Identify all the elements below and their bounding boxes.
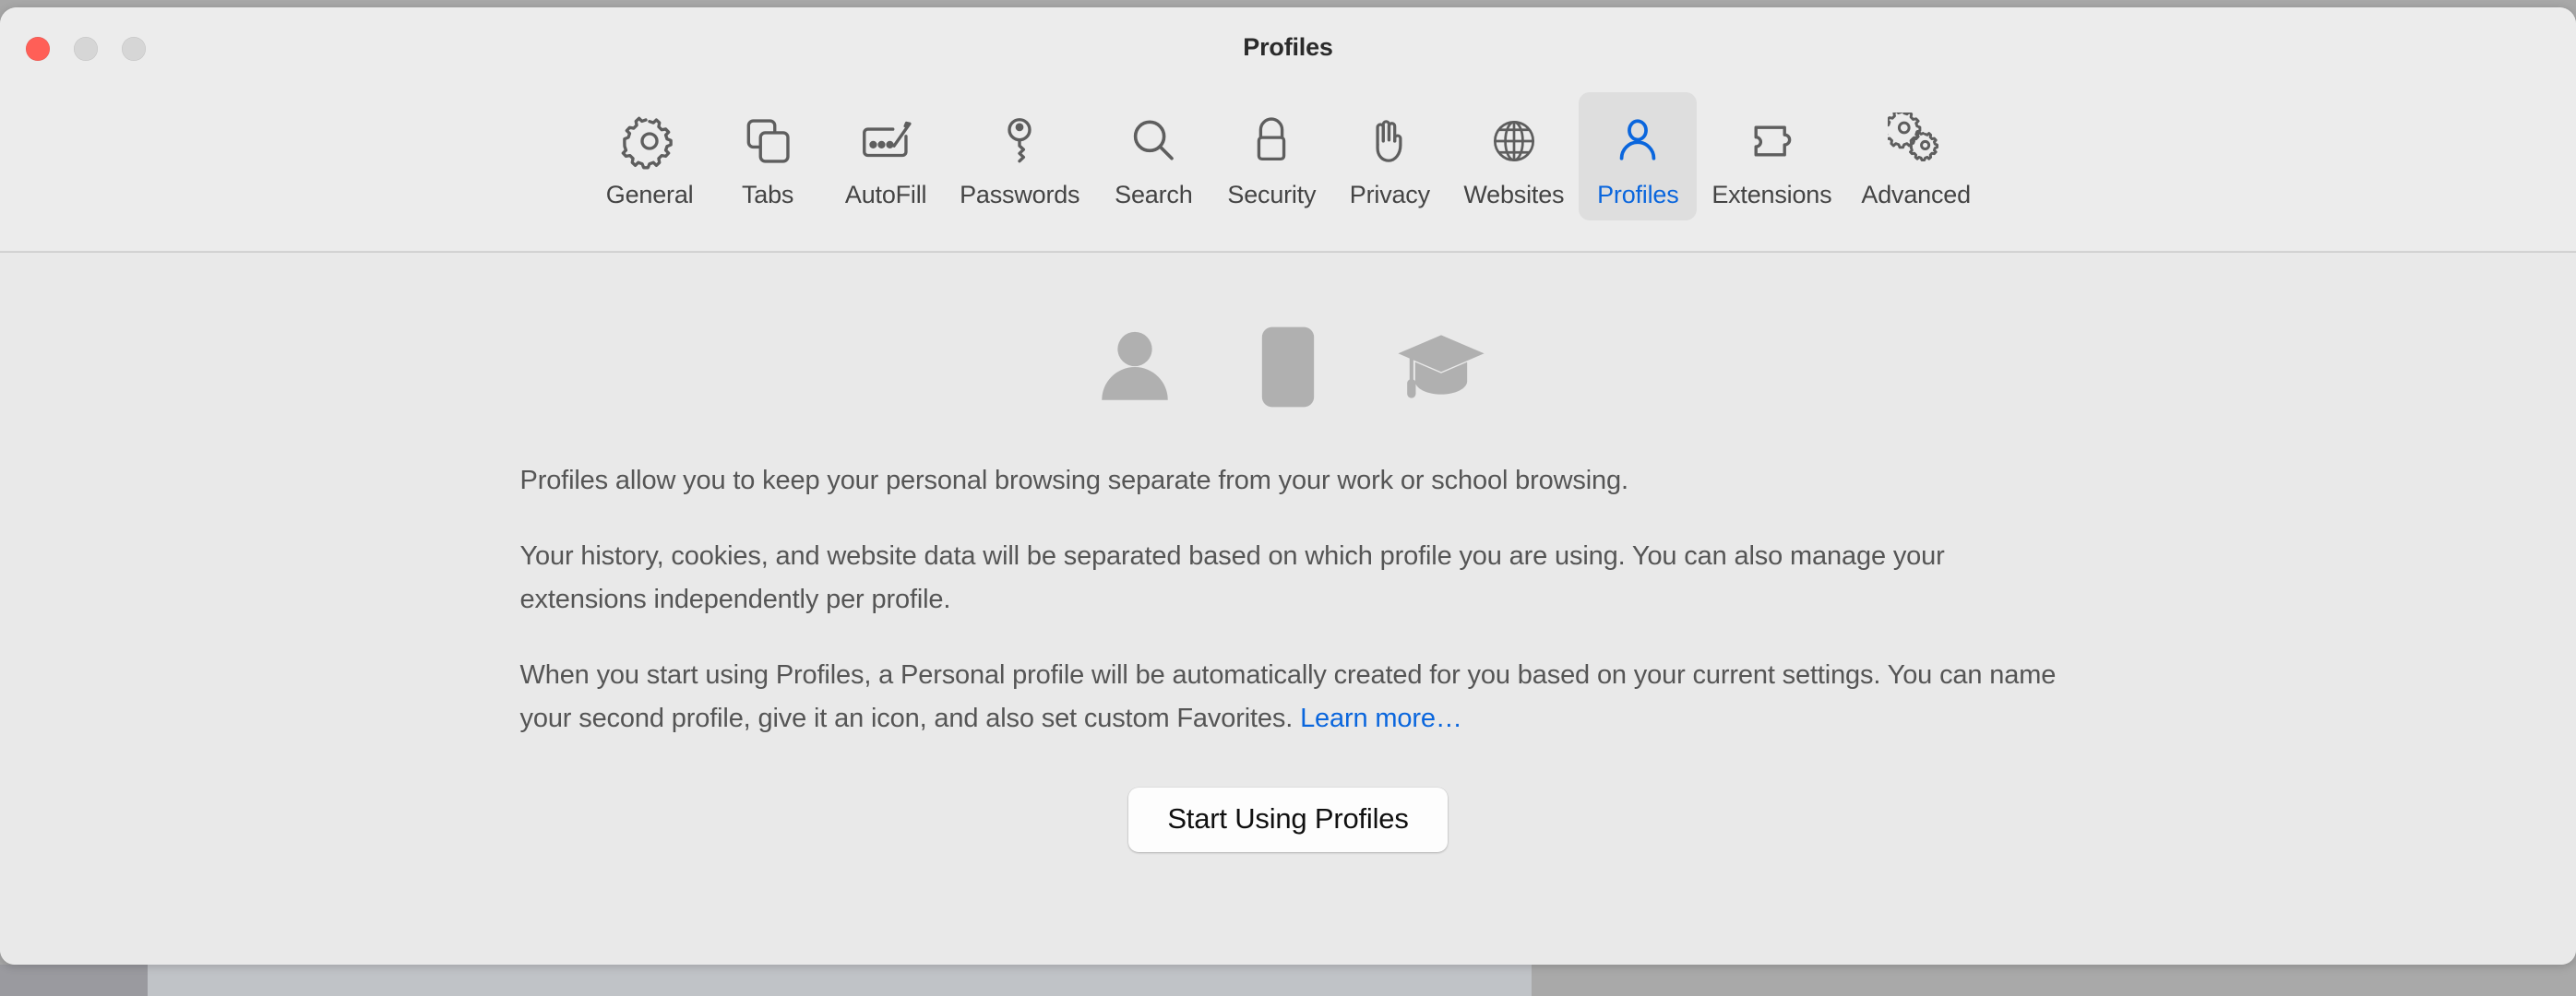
tab-label: Tabs [741, 181, 794, 208]
key-icon [991, 105, 1048, 177]
tab-label: Profiles [1597, 181, 1679, 208]
start-using-profiles-button[interactable]: Start Using Profiles [1128, 787, 1448, 852]
person-icon [1609, 105, 1666, 177]
tab-label: Advanced [1861, 181, 1971, 208]
window-titlebar: Profiles [0, 7, 2576, 89]
tab-label: General [605, 181, 694, 208]
tab-label: Privacy [1349, 181, 1430, 208]
profiles-description: Profiles allow you to keep your personal… [520, 415, 2057, 740]
tab-extensions[interactable]: Extensions [1697, 92, 1846, 220]
tab-label: Websites [1463, 181, 1565, 208]
tab-general[interactable]: General [590, 92, 709, 220]
paragraph-1: Profiles allow you to keep your personal… [519, 466, 1629, 495]
magnifier-icon [1125, 105, 1182, 177]
window-title: Profiles [1243, 33, 1333, 61]
padlock-icon [1243, 105, 1300, 177]
profile-illustration-group [0, 304, 2576, 415]
person-silhouette-icon [1087, 319, 1183, 415]
desktop-backdrop-left [0, 965, 148, 996]
tab-profiles[interactable]: Profiles [1579, 92, 1698, 220]
graduation-cap-icon [1393, 319, 1489, 415]
desktop-backdrop-right [1532, 965, 2576, 996]
paragraph-3-text: When you start using Profiles, a Persona… [519, 660, 2057, 733]
tab-tabs[interactable]: Tabs [709, 92, 827, 220]
tab-label: Security [1227, 181, 1317, 208]
paragraph-2: Your history, cookies, and website data … [519, 541, 1945, 614]
tab-websites[interactable]: Websites [1449, 92, 1579, 220]
profiles-pane: Profiles allow you to keep your personal… [0, 253, 2576, 965]
globe-icon [1485, 105, 1543, 177]
tab-security[interactable]: Security [1212, 92, 1330, 220]
tab-label: Passwords [960, 181, 1080, 208]
tab-search[interactable]: Search [1094, 92, 1212, 220]
tab-label: Search [1115, 181, 1193, 208]
autofill-pencil-form-icon [857, 105, 914, 177]
learn-more-link[interactable]: Learn more… [1300, 704, 1462, 733]
double-gears-icon [1887, 105, 1945, 177]
id-badge-icon [1240, 319, 1336, 415]
tab-label: Extensions [1711, 181, 1832, 208]
tab-autofill[interactable]: AutoFill [827, 92, 945, 220]
hand-icon [1361, 105, 1418, 177]
tab-passwords[interactable]: Passwords [945, 92, 1094, 220]
preferences-window: Profiles General Tabs AutoFill Passwords… [0, 7, 2576, 965]
tabs-icon [739, 105, 796, 177]
tab-advanced[interactable]: Advanced [1846, 92, 1986, 220]
action-row: Start Using Profiles [0, 740, 2576, 852]
tab-privacy[interactable]: Privacy [1330, 92, 1449, 220]
preferences-toolbar: General Tabs AutoFill Passwords Search S… [0, 89, 2576, 253]
paragraph-3: When you start using Profiles, a Persona… [520, 654, 2057, 740]
desktop-backdrop-center [148, 965, 1532, 996]
puzzle-piece-icon [1743, 105, 1800, 177]
gear-icon [621, 105, 678, 177]
tab-label: AutoFill [844, 181, 927, 208]
